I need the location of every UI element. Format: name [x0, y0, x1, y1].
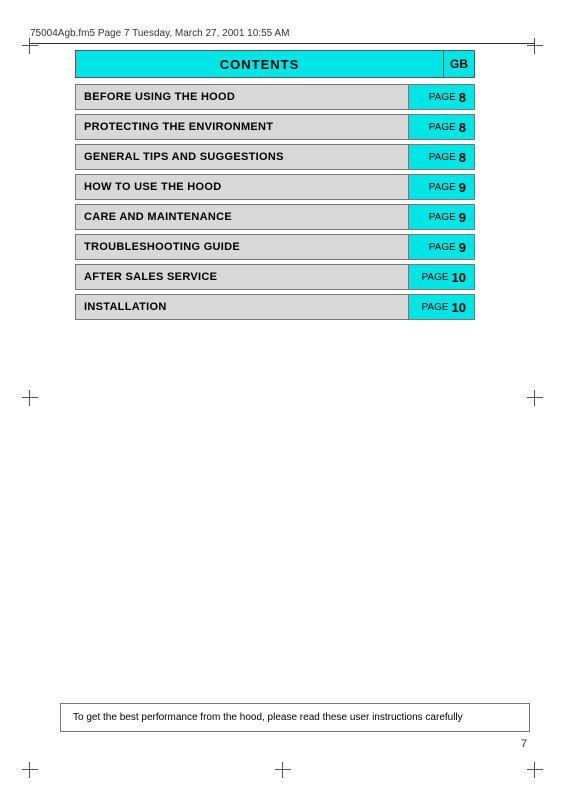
main-content: CONTENTS GB BEFORE USING THE HOODPAGE8PR…: [75, 50, 475, 324]
toc-item-label: CARE AND MAINTENANCE: [76, 205, 408, 229]
header-filename: 75004Agb.fm5 Page 7 Tuesday, March 27, 2…: [30, 28, 289, 39]
crosshair-bottom-right: [527, 762, 543, 778]
toc-row: TROUBLESHOOTING GUIDEPAGE9: [75, 234, 475, 260]
toc-item-label: TROUBLESHOOTING GUIDE: [76, 235, 408, 259]
page-num: 8: [459, 120, 466, 135]
page-number: 7: [521, 738, 527, 750]
toc-item-page: PAGE8: [408, 115, 474, 139]
toc-row: GENERAL TIPS AND SUGGESTIONSPAGE8: [75, 144, 475, 170]
toc-list: BEFORE USING THE HOODPAGE8PROTECTING THE…: [75, 84, 475, 320]
toc-item-page: PAGE9: [408, 175, 474, 199]
toc-row: HOW TO USE THE HOODPAGE9: [75, 174, 475, 200]
page-num: 10: [452, 270, 466, 285]
page-num: 8: [459, 90, 466, 105]
toc-item-label: AFTER SALES SERVICE: [76, 265, 408, 289]
bottom-note: To get the best performance from the hoo…: [60, 703, 530, 732]
crosshair-bottom-left: [22, 762, 38, 778]
toc-row: AFTER SALES SERVICE PAGE 10: [75, 264, 475, 290]
page-num: 9: [459, 210, 466, 225]
toc-item-page: PAGE9: [408, 205, 474, 229]
toc-row: CARE AND MAINTENANCEPAGE9: [75, 204, 475, 230]
toc-row: INSTALLATION PAGE 10: [75, 294, 475, 320]
page-num: 8: [459, 150, 466, 165]
toc-item-page: PAGE8: [408, 145, 474, 169]
page-word: PAGE: [421, 302, 448, 313]
crosshair-mid-right: [527, 390, 543, 406]
toc-item-label: PROTECTING THE ENVIRONMENT: [76, 115, 408, 139]
toc-item-label: HOW TO USE THE HOOD: [76, 175, 408, 199]
toc-item-page: PAGE 10: [408, 265, 474, 289]
page-container: 75004Agb.fm5 Page 7 Tuesday, March 27, 2…: [0, 0, 565, 800]
toc-item-label: GENERAL TIPS AND SUGGESTIONS: [76, 145, 408, 169]
page-word: PAGE: [429, 92, 456, 103]
page-num: 10: [452, 300, 466, 315]
toc-row: PROTECTING THE ENVIRONMENTPAGE8: [75, 114, 475, 140]
page-word: PAGE: [429, 212, 456, 223]
toc-item-label: INSTALLATION: [76, 295, 408, 319]
toc-item-page: PAGE 10: [408, 295, 474, 319]
toc-item-page: PAGE9: [408, 235, 474, 259]
page-word: PAGE: [429, 242, 456, 253]
contents-header: CONTENTS GB: [75, 50, 475, 78]
toc-item-page: PAGE8: [408, 85, 474, 109]
page-word: PAGE: [429, 122, 456, 133]
crosshair-mid-left: [22, 390, 38, 406]
header-bar: 75004Agb.fm5 Page 7 Tuesday, March 27, 2…: [30, 28, 535, 44]
page-num: 9: [459, 180, 466, 195]
contents-gb-badge: GB: [443, 50, 475, 78]
toc-item-label: BEFORE USING THE HOOD: [76, 85, 408, 109]
page-word: PAGE: [429, 152, 456, 163]
crosshair-bottom-center: [275, 762, 291, 778]
page-word: PAGE: [429, 182, 456, 193]
contents-title: CONTENTS: [75, 50, 443, 78]
page-num: 9: [459, 240, 466, 255]
toc-row: BEFORE USING THE HOODPAGE8: [75, 84, 475, 110]
page-word: PAGE: [421, 272, 448, 283]
